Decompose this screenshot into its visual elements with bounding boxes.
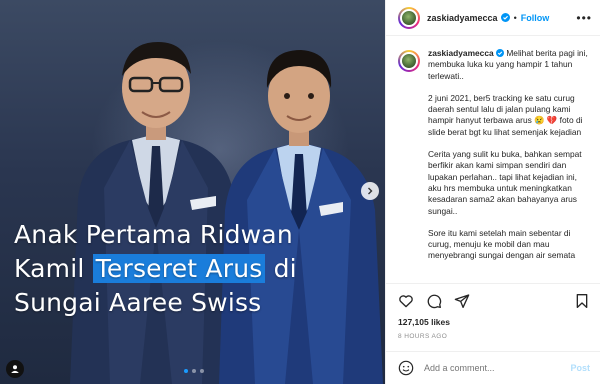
comments-scroll-area[interactable]: zaskiadyamecca Melihat berita pagi ini, … — [386, 36, 600, 282]
heart-icon[interactable] — [398, 293, 414, 309]
post-header: zaskiadyamecca • Follow ••• — [386, 0, 600, 36]
post-timestamp[interactable]: 8 HOURS AGO — [398, 333, 590, 340]
bookmark-icon[interactable] — [574, 293, 590, 309]
verified-badge-icon — [494, 48, 507, 58]
carousel-dot — [184, 369, 188, 373]
comment-icon[interactable] — [426, 293, 442, 309]
add-comment-bar: Post — [386, 351, 600, 384]
emoji-icon[interactable] — [398, 360, 414, 376]
carousel-dot — [192, 369, 196, 373]
post-side-panel: zaskiadyamecca • Follow ••• zaskiadyamec… — [385, 0, 600, 384]
carousel-indicator — [184, 369, 204, 373]
caption-paragraph: Sore itu kami setelah main sebentar di c… — [428, 227, 576, 261]
post-actions: 127,105 likes 8 HOURS AGO — [386, 283, 600, 340]
avatar[interactable] — [398, 50, 420, 72]
caption-line-2: Kamil Terseret Arus di — [14, 254, 297, 283]
caption-paragraph: 2 juni 2021, ber5 tracking ke satu curug… — [428, 92, 583, 137]
caption-comment: zaskiadyamecca Melihat berita pagi ini, … — [398, 48, 590, 273]
follow-button[interactable]: Follow — [521, 13, 550, 23]
media-caption: Anak Pertama Ridwan Kamil Terseret Arus … — [14, 218, 384, 320]
action-icons — [398, 288, 590, 314]
caption-paragraph: Cerita yang sulit ku buka, bahkan sempat… — [428, 149, 582, 216]
more-options-icon[interactable]: ••• — [576, 11, 592, 25]
tagged-users-button[interactable] — [6, 360, 24, 378]
caption-username[interactable]: zaskiadyamecca — [428, 48, 494, 58]
carousel-dot — [200, 369, 204, 373]
caption-text: zaskiadyamecca Melihat berita pagi ini, … — [428, 48, 590, 273]
likes-count[interactable]: 127,105 likes — [398, 317, 590, 327]
username-link[interactable]: zaskiadyamecca — [427, 13, 498, 23]
comment-input[interactable] — [424, 363, 554, 373]
avatar[interactable] — [398, 6, 420, 29]
separator-dot: • — [513, 12, 517, 23]
caption-line-3: Sungai Aaree Swiss — [14, 288, 262, 317]
chevron-right-icon — [368, 187, 373, 195]
carousel-next-button[interactable] — [361, 182, 379, 200]
post-media[interactable]: Anak Pertama Ridwan Kamil Terseret Arus … — [0, 0, 385, 384]
share-icon[interactable] — [454, 293, 470, 309]
post-comment-button[interactable]: Post — [570, 363, 590, 373]
person-photo-right — [219, 50, 383, 384]
caption-highlight: Terseret Arus — [92, 254, 266, 283]
caption-line-1: Anak Pertama Ridwan — [14, 220, 293, 249]
person-tag-icon — [11, 365, 19, 373]
verified-badge-icon — [500, 13, 510, 22]
